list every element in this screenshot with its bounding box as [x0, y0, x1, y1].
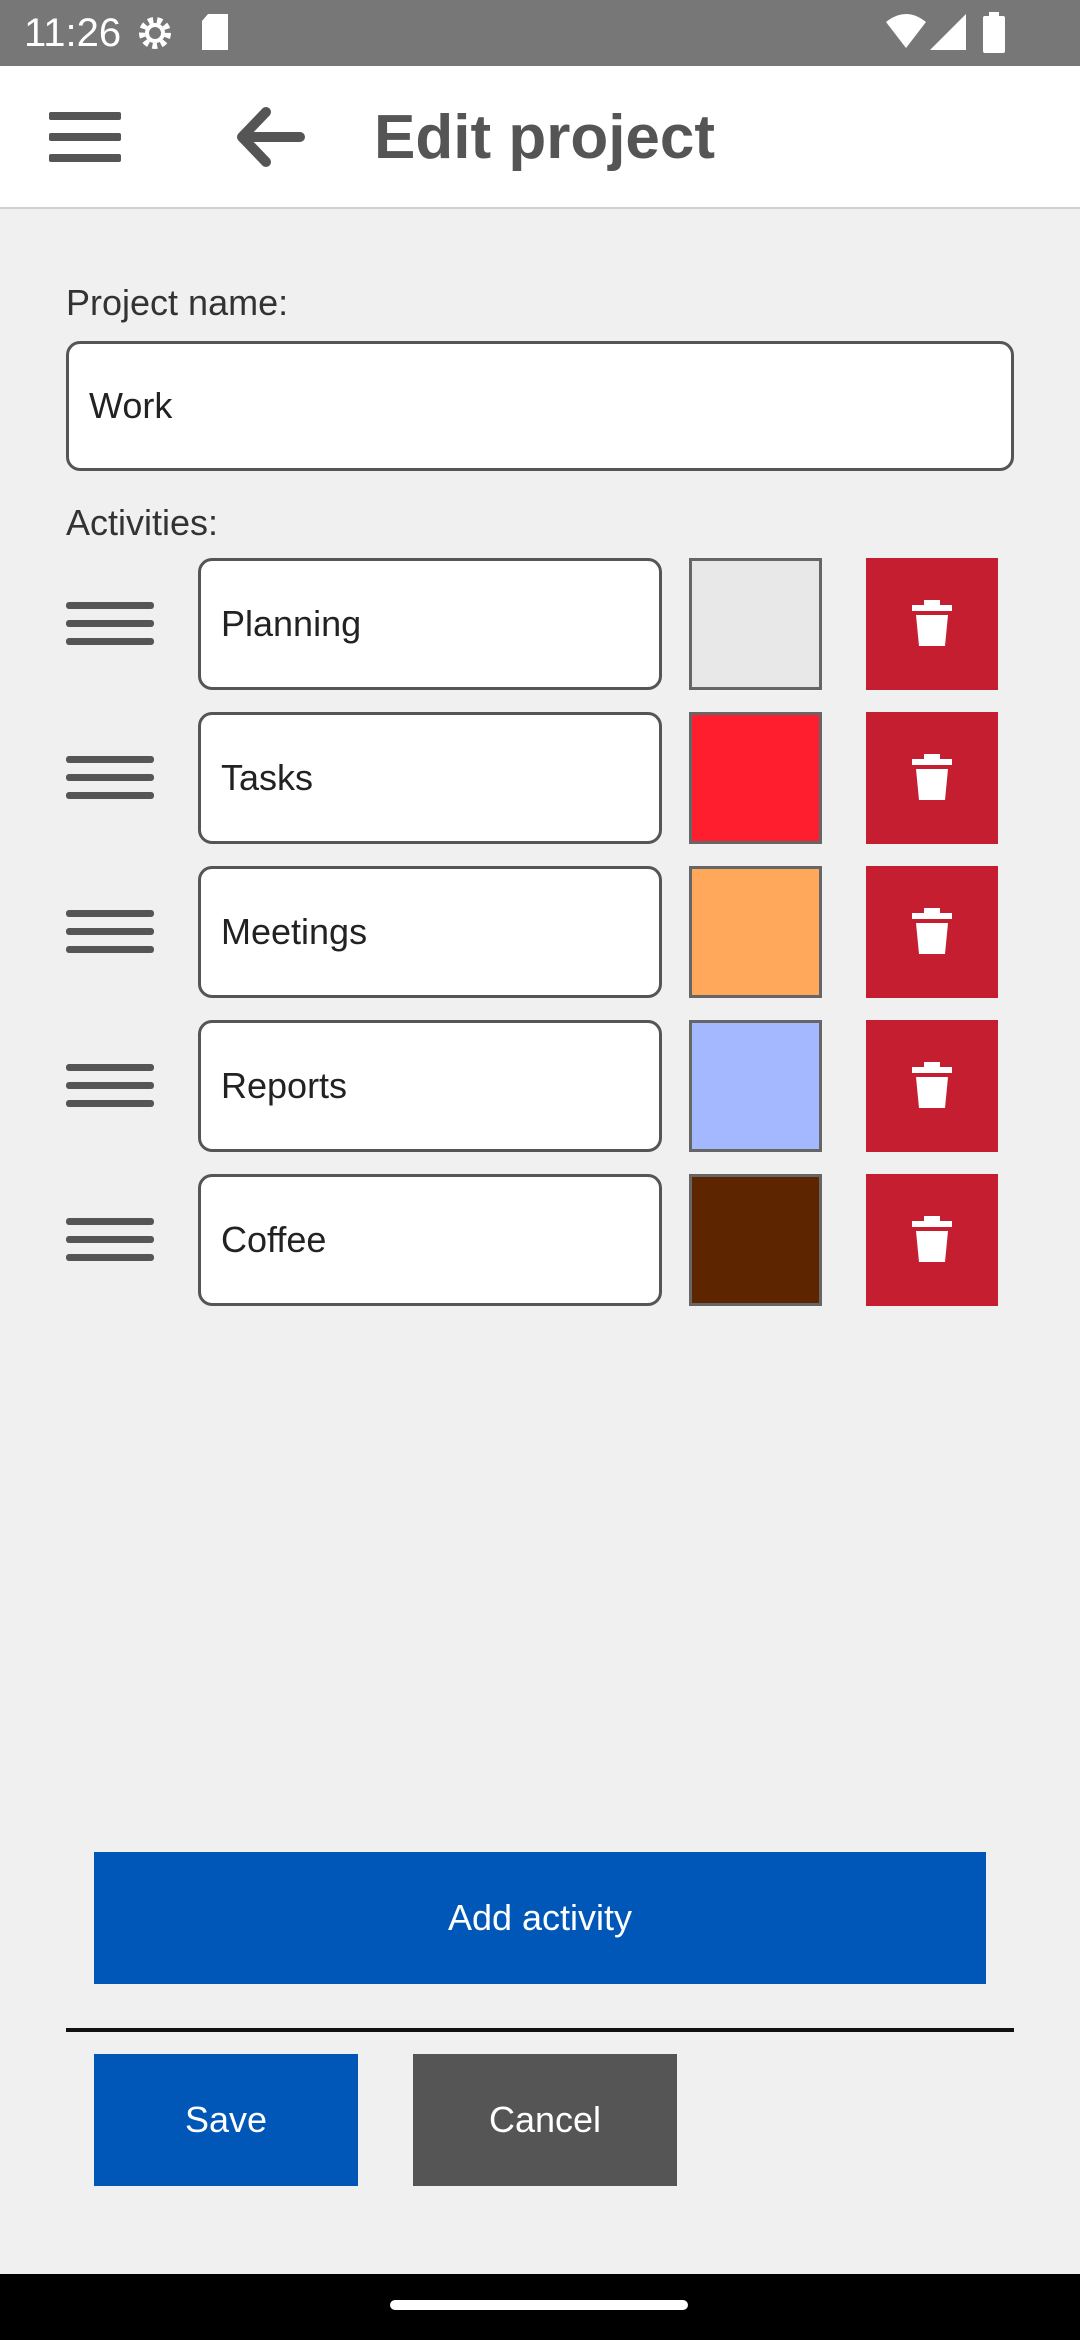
navigation-bar [0, 2274, 1080, 2340]
trash-icon [910, 596, 954, 653]
activities-label: Activities: [66, 502, 219, 543]
activity-name-input[interactable]: Coffee [198, 1174, 662, 1306]
activity-row: Meetings [0, 866, 1080, 998]
drag-handle-icon[interactable] [66, 602, 154, 646]
activity-name-value: Planning [221, 603, 362, 644]
activity-color-swatch[interactable] [689, 1174, 822, 1306]
project-name-label: Project name: [66, 282, 289, 323]
activity-name-value: Coffee [221, 1219, 327, 1260]
activity-row: Coffee [0, 1174, 1080, 1306]
wifi-icon [884, 12, 928, 57]
activity-name-input[interactable]: Planning [198, 558, 662, 690]
delete-activity-button[interactable] [866, 866, 998, 998]
activity-name-value: Tasks [221, 757, 314, 798]
delete-activity-button[interactable] [866, 558, 998, 690]
activity-row: Tasks [0, 712, 1080, 844]
cancel-button[interactable]: Cancel [413, 2054, 677, 2186]
activity-name-input[interactable]: Meetings [198, 866, 662, 998]
trash-icon [910, 750, 954, 807]
home-gesture-handle[interactable] [390, 2300, 688, 2310]
activity-row: Planning [0, 558, 1080, 690]
delete-activity-button[interactable] [866, 1174, 998, 1306]
settings-gear-icon [134, 12, 176, 59]
hamburger-menu-icon[interactable] [46, 106, 126, 170]
drag-handle-icon[interactable] [66, 756, 154, 800]
save-button[interactable]: Save [94, 2054, 358, 2186]
activity-color-swatch[interactable] [689, 1020, 822, 1152]
delete-activity-button[interactable] [866, 1020, 998, 1152]
status-time: 11:26 [24, 11, 122, 55]
project-name-input[interactable]: Work [66, 341, 1014, 471]
activity-color-swatch[interactable] [689, 558, 822, 690]
page-title: Edit project [374, 103, 716, 172]
project-name-value: Work [89, 385, 173, 426]
delete-activity-button[interactable] [866, 712, 998, 844]
drag-handle-icon[interactable] [66, 1064, 154, 1108]
drag-handle-icon[interactable] [66, 910, 154, 954]
sd-card-icon [200, 12, 230, 57]
activity-name-value: Meetings [221, 911, 368, 952]
activity-color-swatch[interactable] [689, 712, 822, 844]
activity-color-swatch[interactable] [689, 866, 822, 998]
activity-name-input[interactable]: Tasks [198, 712, 662, 844]
app-bar: Edit project [0, 66, 1080, 209]
trash-icon [910, 1212, 954, 1269]
activity-name-value: Reports [221, 1065, 348, 1106]
activity-row: Reports [0, 1020, 1080, 1152]
cell-signal-icon [928, 12, 968, 57]
arrow-back-icon[interactable] [232, 104, 312, 170]
activity-name-input[interactable]: Reports [198, 1020, 662, 1152]
drag-handle-icon[interactable] [66, 1218, 154, 1262]
add-activity-button[interactable]: Add activity [94, 1852, 986, 1984]
status-bar: 11:26 [0, 0, 1080, 66]
trash-icon [910, 1058, 954, 1115]
battery-icon [982, 12, 1006, 59]
divider [66, 2028, 1014, 2032]
trash-icon [910, 904, 954, 961]
